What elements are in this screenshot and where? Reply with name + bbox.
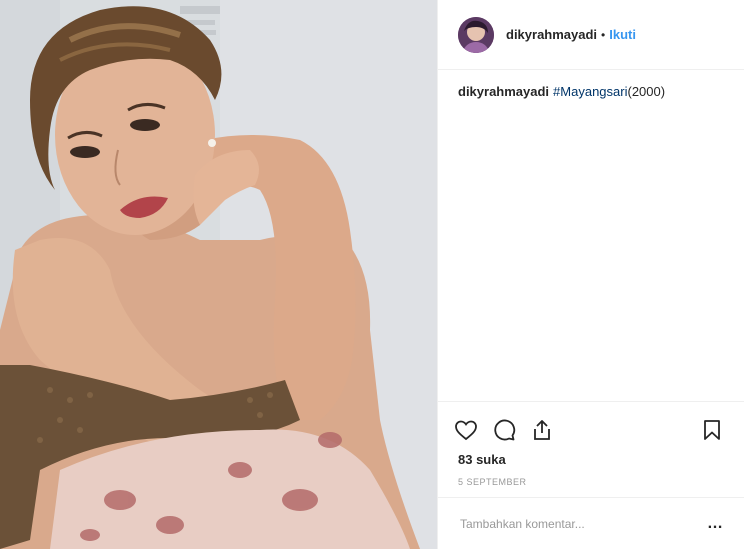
more-options-icon[interactable]: … — [707, 515, 724, 533]
likes-count[interactable]: 83 suka — [454, 452, 724, 467]
share-upload-icon — [534, 420, 550, 440]
caption-hashtag[interactable]: #Mayangsari — [553, 84, 627, 99]
follow-button[interactable]: Ikuti — [609, 27, 636, 42]
comment-bar: … — [438, 497, 744, 549]
like-button[interactable] — [454, 412, 490, 448]
avatar-image — [458, 16, 494, 53]
post-photo[interactable] — [0, 0, 437, 549]
post-date[interactable]: 5 SEPTEMBER — [454, 477, 724, 497]
caption-area: dikyrahmayadi #Mayangsari(2000) — [438, 70, 744, 401]
save-button[interactable] — [688, 412, 724, 448]
comment-bubble-icon — [494, 419, 516, 441]
heart-icon — [455, 420, 477, 441]
header-username[interactable]: dikyrahmayadi — [506, 27, 597, 42]
post-header: dikyrahmayadi • Ikuti — [438, 0, 744, 70]
action-icons-row — [454, 410, 724, 450]
comment-button[interactable] — [492, 412, 528, 448]
post-modal: dikyrahmayadi • Ikuti dikyrahmayadi #Maya… — [0, 0, 744, 549]
share-button[interactable] — [530, 412, 566, 448]
caption-text: (2000) — [627, 84, 666, 99]
post-sidebar: dikyrahmayadi • Ikuti dikyrahmayadi #Maya… — [438, 0, 744, 549]
follow-separator: • — [601, 27, 606, 42]
actions-section: 83 suka 5 SEPTEMBER — [438, 401, 744, 497]
avatar[interactable] — [458, 16, 494, 53]
comment-input[interactable] — [458, 515, 707, 532]
photo-illustration — [0, 0, 437, 549]
caption-username[interactable]: dikyrahmayadi — [458, 84, 549, 99]
bookmark-icon — [704, 420, 720, 440]
